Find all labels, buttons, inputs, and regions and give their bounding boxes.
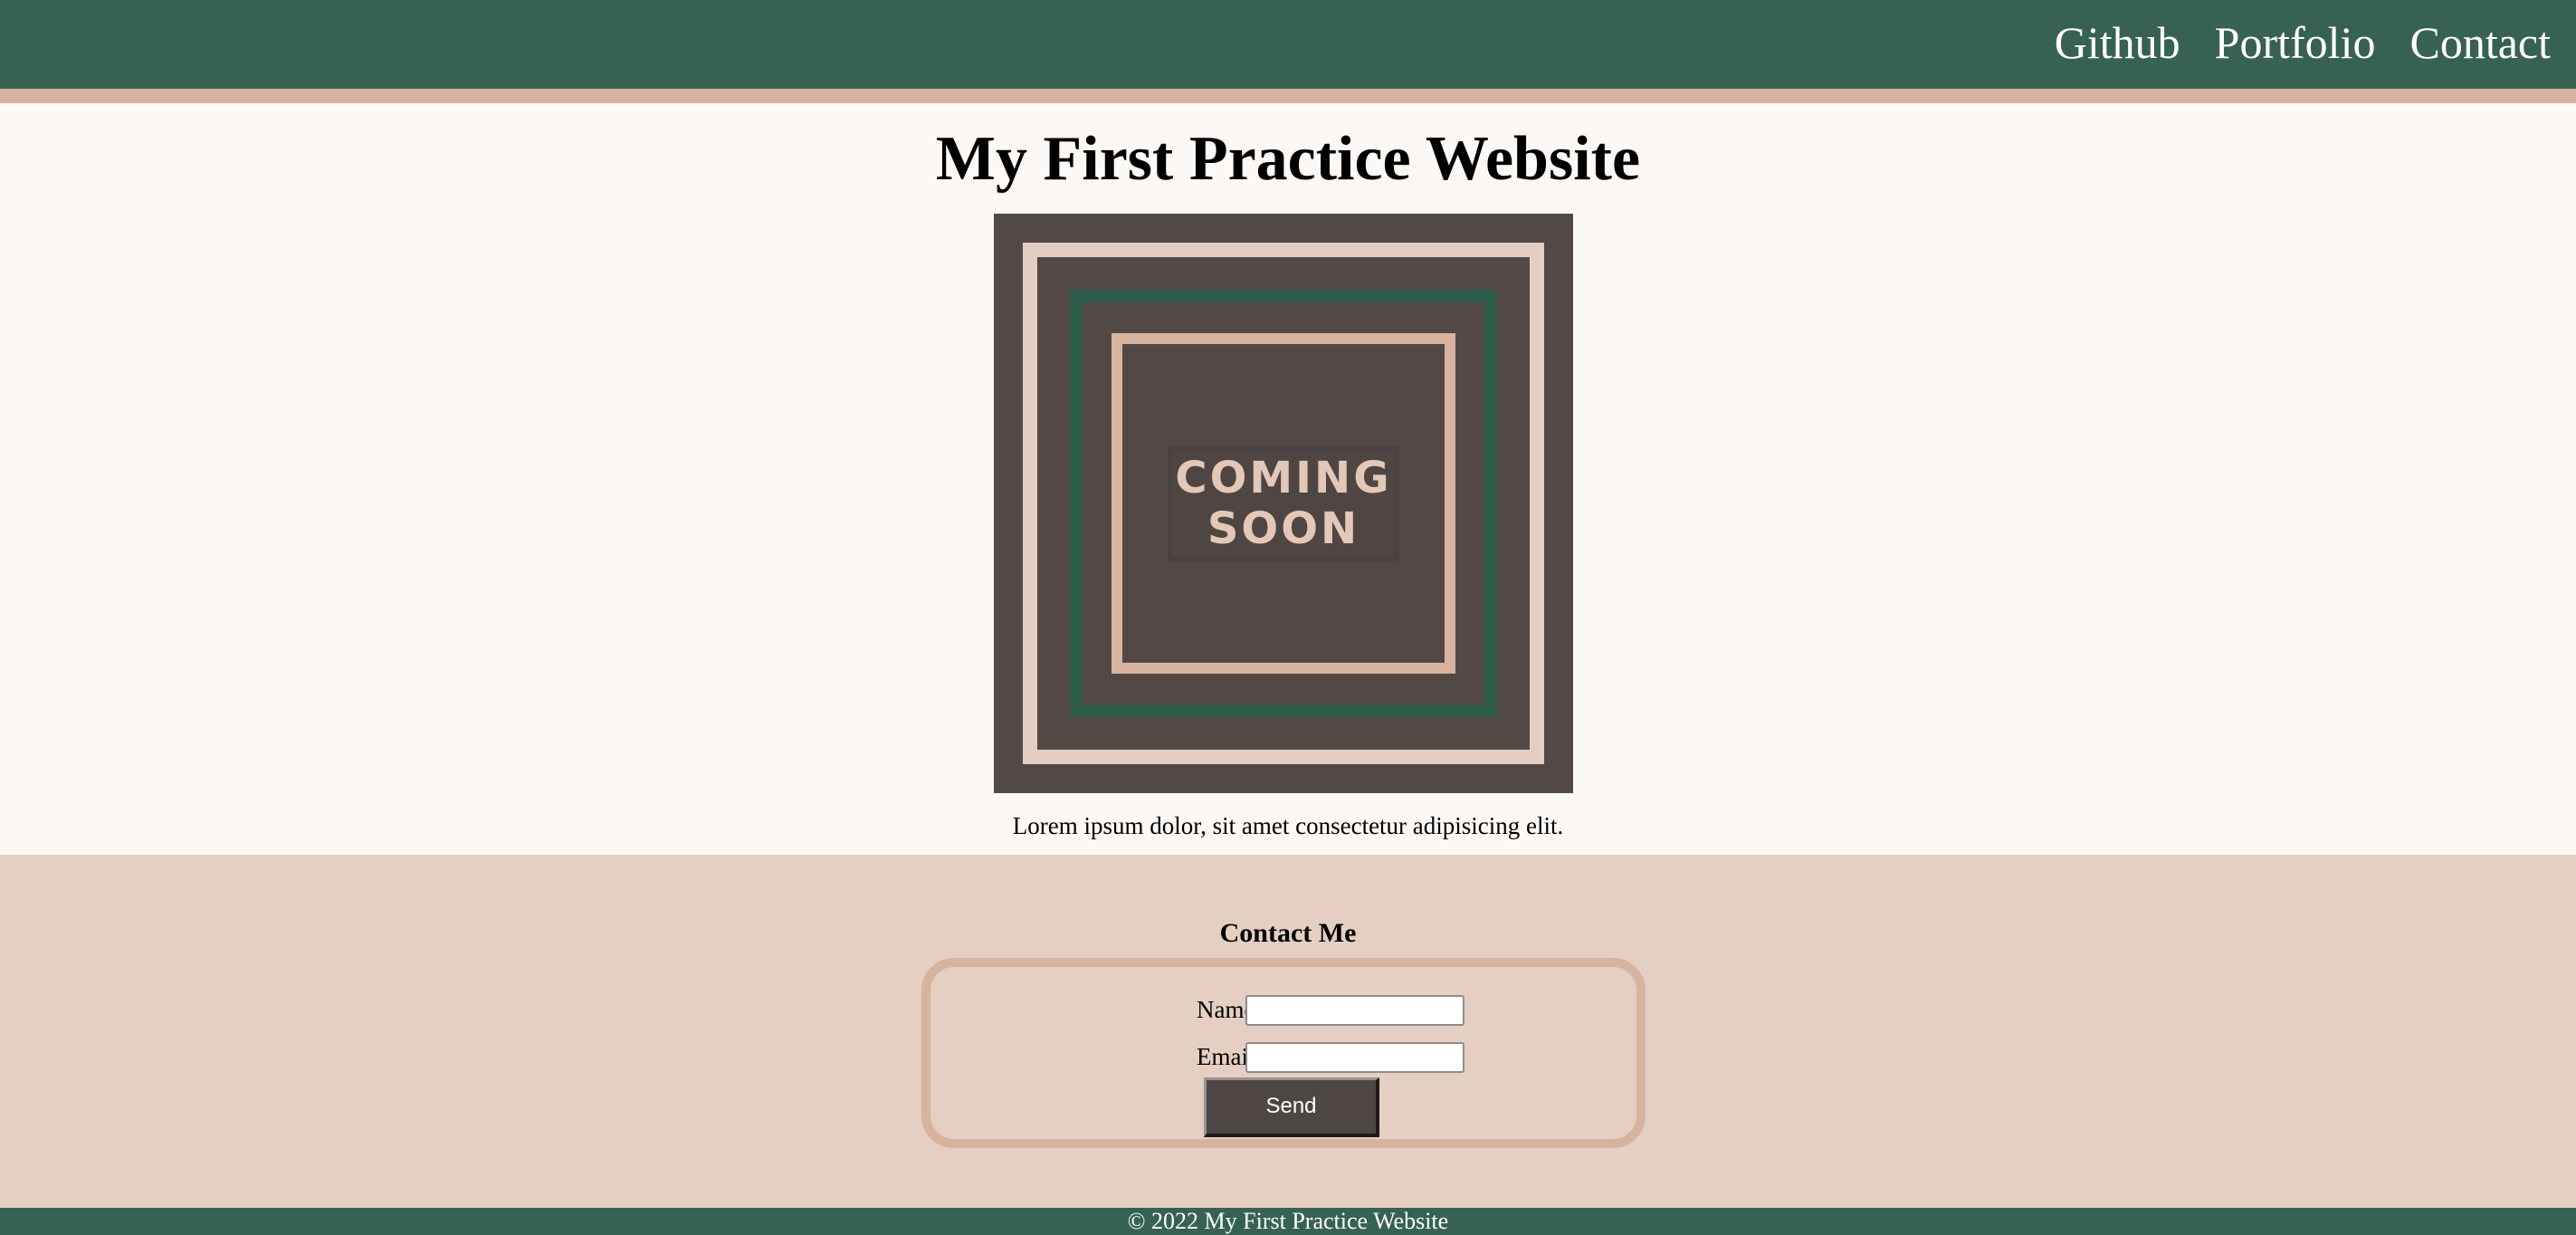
header-accent-stripe (0, 89, 2576, 103)
top-navigation-bar: Github Portfolio Contact (0, 0, 2576, 89)
image-caption: Lorem ipsum dolor, sit amet consectetur … (1012, 812, 1564, 839)
coming-text: COMING (1175, 453, 1392, 503)
name-row: Name: (930, 992, 1636, 1027)
coming-soon-image: COMING SOON (994, 214, 1573, 793)
email-row: Email: (930, 1039, 1636, 1074)
coming-soon-label: COMING SOON (1168, 445, 1399, 561)
page-title: My First Practice Website (935, 124, 1641, 194)
name-input[interactable] (1245, 995, 1465, 1026)
main-nav: Github Portfolio Contact (2055, 13, 2551, 72)
nav-link-contact[interactable]: Contact (2409, 13, 2551, 72)
contact-form: Name: Email: Send (921, 958, 1646, 1148)
footer-copyright: © 2022 My First Practice Website (1127, 1208, 1449, 1234)
contact-title: Contact Me (1219, 918, 1357, 948)
nav-link-portfolio[interactable]: Portfolio (2215, 13, 2376, 72)
email-input[interactable] (1245, 1042, 1465, 1073)
soon-text: SOON (1207, 503, 1360, 554)
footer: © 2022 My First Practice Website (0, 1208, 2576, 1235)
nav-link-github[interactable]: Github (2055, 13, 2180, 72)
send-button[interactable]: Send (1204, 1077, 1379, 1137)
